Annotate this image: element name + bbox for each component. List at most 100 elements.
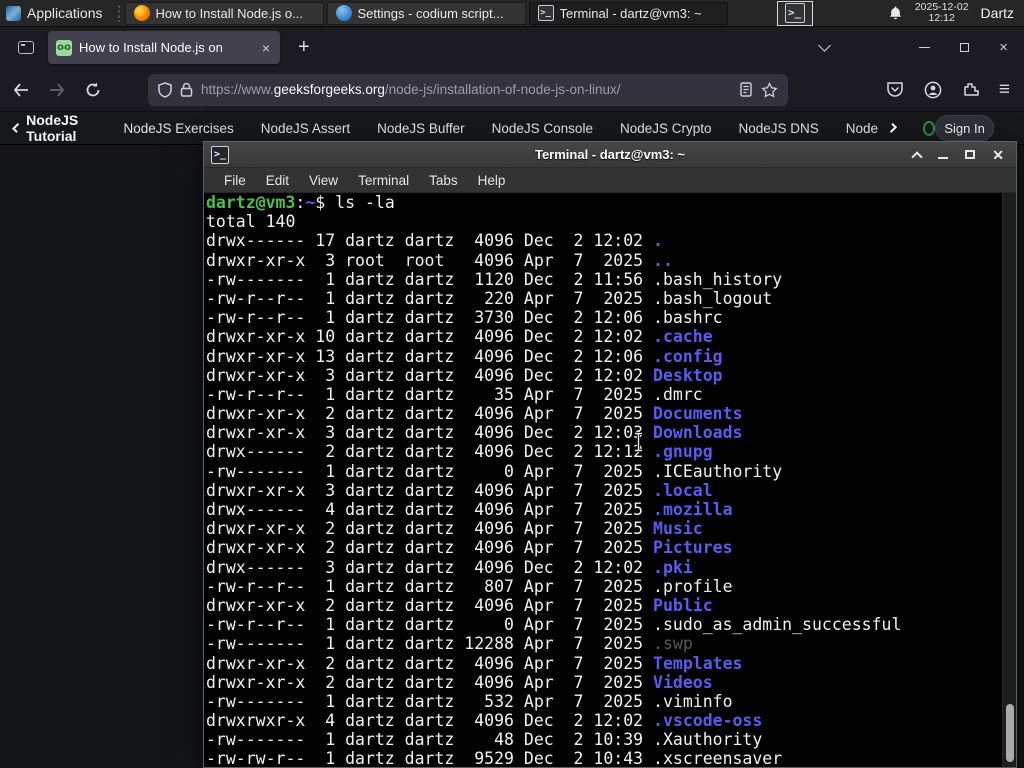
terminal-line: drwxr-xr-x 13 dartz dartz 4096 Dec 2 12:…: [206, 347, 1002, 366]
new-tab-button[interactable]: +: [290, 36, 318, 59]
browser-tab-active[interactable]: oo How to Install Node.js on ×: [48, 31, 280, 64]
tab-title: How to Install Node.js on: [79, 40, 223, 55]
reload-button[interactable]: [78, 75, 108, 105]
terminal-text: .dmrc: [653, 384, 703, 404]
terminal-text: ..: [653, 250, 673, 270]
terminal-scrollbar[interactable]: [1002, 193, 1016, 767]
terminal-menu-file[interactable]: File: [214, 170, 256, 191]
terminal-text: drwxr-xr-x 2 dartz dartz 4096 Apr 7 2025: [206, 538, 654, 558]
bookmark-star-icon[interactable]: [761, 81, 778, 98]
terminal-line: -rw------- 1 dartz dartz 532 Apr 7 2025 …: [206, 692, 1002, 711]
nav-link-nodejs-exercises[interactable]: NodeJS Exercises: [123, 121, 233, 136]
terminal-text: -rw-rw-r-- 1 dartz dartz 9529 Dec 2 10:4…: [206, 749, 654, 767]
terminal-text: drwxr-xr-x 10 dartz dartz 4096 Dec 2 12:…: [206, 327, 654, 347]
terminal-menu-edit[interactable]: Edit: [256, 170, 299, 191]
window-maximize-button[interactable]: [960, 43, 970, 52]
browser-tab-bar: oo How to Install Node.js on × + ×: [0, 27, 1024, 68]
terminal-text: Templates: [653, 653, 743, 673]
terminal-text: .bash_history: [653, 269, 783, 289]
terminal-shade-button[interactable]: [911, 150, 923, 163]
terminal-text: .sudo_as_admin_successful: [653, 615, 902, 635]
taskbar-window-title: Settings - codium script...: [357, 5, 504, 21]
terminal-line: total 140: [206, 212, 1002, 231]
terminal-text: drwxr-xr-x 3 root root 4096 Apr 7 2025: [206, 250, 654, 270]
terminal-line: drwxr-xr-x 3 dartz dartz 4096 Dec 2 12:0…: [206, 366, 1002, 385]
terminal-close-button[interactable]: ✕: [992, 148, 1004, 162]
terminal-scrollbar-thumb[interactable]: [1005, 704, 1014, 762]
nav-link-nodejs-assert[interactable]: NodeJS Assert: [261, 121, 350, 136]
terminal-line: drwxr-xr-x 2 dartz dartz 4096 Apr 7 2025…: [206, 404, 1002, 423]
taskbar-window-button[interactable]: Settings - codium script...: [326, 1, 526, 25]
terminal-text: .config: [653, 346, 723, 366]
terminal-line: drwx------ 17 dartz dartz 4096 Dec 2 12:…: [206, 231, 1002, 250]
nav-link-node[interactable]: Node: [846, 121, 878, 136]
terminal-menu-terminal[interactable]: Terminal: [348, 170, 419, 191]
terminal-text: .pki: [653, 557, 693, 577]
terminal-icon: >_: [211, 145, 229, 164]
top-panel: Applications How to Install Node.js o...…: [0, 0, 1024, 27]
account-icon[interactable]: [924, 81, 942, 99]
terminal-line: -rw-r--r-- 1 dartz dartz 0 Apr 7 2025 .s…: [206, 615, 1002, 634]
terminal-menu-tabs[interactable]: Tabs: [419, 170, 468, 191]
taskbar-window-button[interactable]: >_ Terminal - dartz@vm3: ~: [528, 1, 728, 25]
terminal-text: .cache: [653, 327, 713, 347]
nav-link-nodejs-console[interactable]: NodeJS Console: [492, 121, 593, 136]
terminal-window: >_ Terminal - dartz@vm3: ~ ✕ File Edit Vie…: [203, 141, 1017, 768]
terminal-maximize-button[interactable]: [965, 150, 976, 159]
nav-link-nodejs-dns[interactable]: NodeJS DNS: [739, 121, 819, 136]
tab-close-button[interactable]: ×: [260, 40, 272, 56]
tray-terminal-launcher[interactable]: >_: [776, 0, 813, 26]
geeksforgeeks-favicon: oo: [56, 39, 72, 56]
terminal-minimize-button[interactable]: [938, 156, 949, 159]
extensions-icon[interactable]: [962, 81, 979, 98]
terminal-text: .vscode-oss: [653, 711, 763, 731]
taskbar-window-buttons: How to Install Node.js o... Settings - co…: [124, 1, 731, 25]
terminal-line: drwxr-xr-x 2 dartz dartz 4096 Apr 7 2025…: [206, 596, 1002, 615]
url-text: https://www.geeksforgeeks.org/node-js/in…: [201, 82, 621, 97]
tracking-shield-icon: [158, 81, 172, 98]
applications-menu-button[interactable]: Applications: [0, 0, 113, 26]
terminal-menu-view[interactable]: View: [299, 170, 348, 191]
pocket-icon[interactable]: [886, 81, 904, 98]
terminal-line: -rw-r--r-- 1 dartz dartz 3730 Dec 2 12:0…: [206, 308, 1002, 327]
lock-icon: [180, 82, 193, 97]
notification-bell-icon[interactable]: [888, 5, 903, 21]
reader-view-icon[interactable]: [739, 82, 753, 97]
terminal-text: -rw-r--r-- 1 dartz dartz 220 Apr 7 2025: [206, 288, 654, 308]
firefox-icon: [133, 5, 150, 21]
nav-link-nodejs-buffer[interactable]: NodeJS Buffer: [377, 121, 465, 136]
terminal-text: drwx------ 17 dartz dartz 4096 Dec 2 12:…: [206, 231, 654, 251]
applications-label: Applications: [27, 5, 103, 21]
menu-hamburger-icon[interactable]: ≡: [999, 80, 1010, 99]
sign-in-button[interactable]: Sign In: [935, 115, 994, 141]
forward-button[interactable]: [42, 75, 72, 105]
terminal-text: Music: [653, 519, 703, 539]
panel-clock[interactable]: 2025-12-02 12:12: [915, 1, 969, 25]
taskbar-window-button[interactable]: How to Install Node.js o...: [124, 1, 324, 25]
nav-link-nodejs-crypto[interactable]: NodeJS Crypto: [620, 121, 712, 136]
list-all-tabs-chevron-icon[interactable]: [818, 39, 832, 52]
panel-separator: [116, 4, 121, 22]
terminal-text: .ICEauthority: [653, 461, 783, 481]
clock-time: 12:12: [928, 12, 955, 24]
terminal-menu-help[interactable]: Help: [468, 170, 516, 191]
nav-back-nodejs-tutorial[interactable]: NodeJS Tutorial: [12, 112, 99, 144]
back-button[interactable]: [6, 75, 36, 105]
window-close-button[interactable]: ×: [999, 40, 1008, 55]
terminal-text: -rw-r--r-- 1 dartz dartz 807 Apr 7 2025: [206, 576, 654, 596]
terminal-titlebar[interactable]: >_ Terminal - dartz@vm3: ~ ✕: [204, 142, 1016, 168]
terminal-line: drwx------ 2 dartz dartz 4096 Dec 2 12:1…: [206, 442, 1002, 461]
terminal-text: drwxr-xr-x 2 dartz dartz 4096 Apr 7 2025: [206, 672, 654, 692]
window-minimize-button[interactable]: [919, 46, 931, 49]
terminal-line: -rw-r--r-- 1 dartz dartz 807 Apr 7 2025 …: [206, 577, 1002, 596]
terminal-output[interactable]: dartz@vm3:~$ ls -la total 140 drwx------ 1…: [204, 193, 1002, 767]
terminal-text: drwxr-xr-x 3 dartz dartz 4096 Dec 2 12:0…: [206, 423, 654, 443]
panel-user-menu[interactable]: Dartz: [981, 5, 1014, 21]
terminal-text: .bashrc: [653, 308, 723, 328]
search-icon[interactable]: [923, 120, 936, 136]
url-bar[interactable]: https://www.geeksforgeeks.org/node-js/in…: [148, 73, 788, 106]
terminal-prompt: dartz@vm3: [206, 193, 296, 212]
terminal-text: drwx------ 3 dartz dartz 4096 Dec 2 12:0…: [206, 557, 654, 577]
firefox-view-icon[interactable]: [12, 34, 40, 62]
ibeam-cursor: [635, 432, 642, 452]
